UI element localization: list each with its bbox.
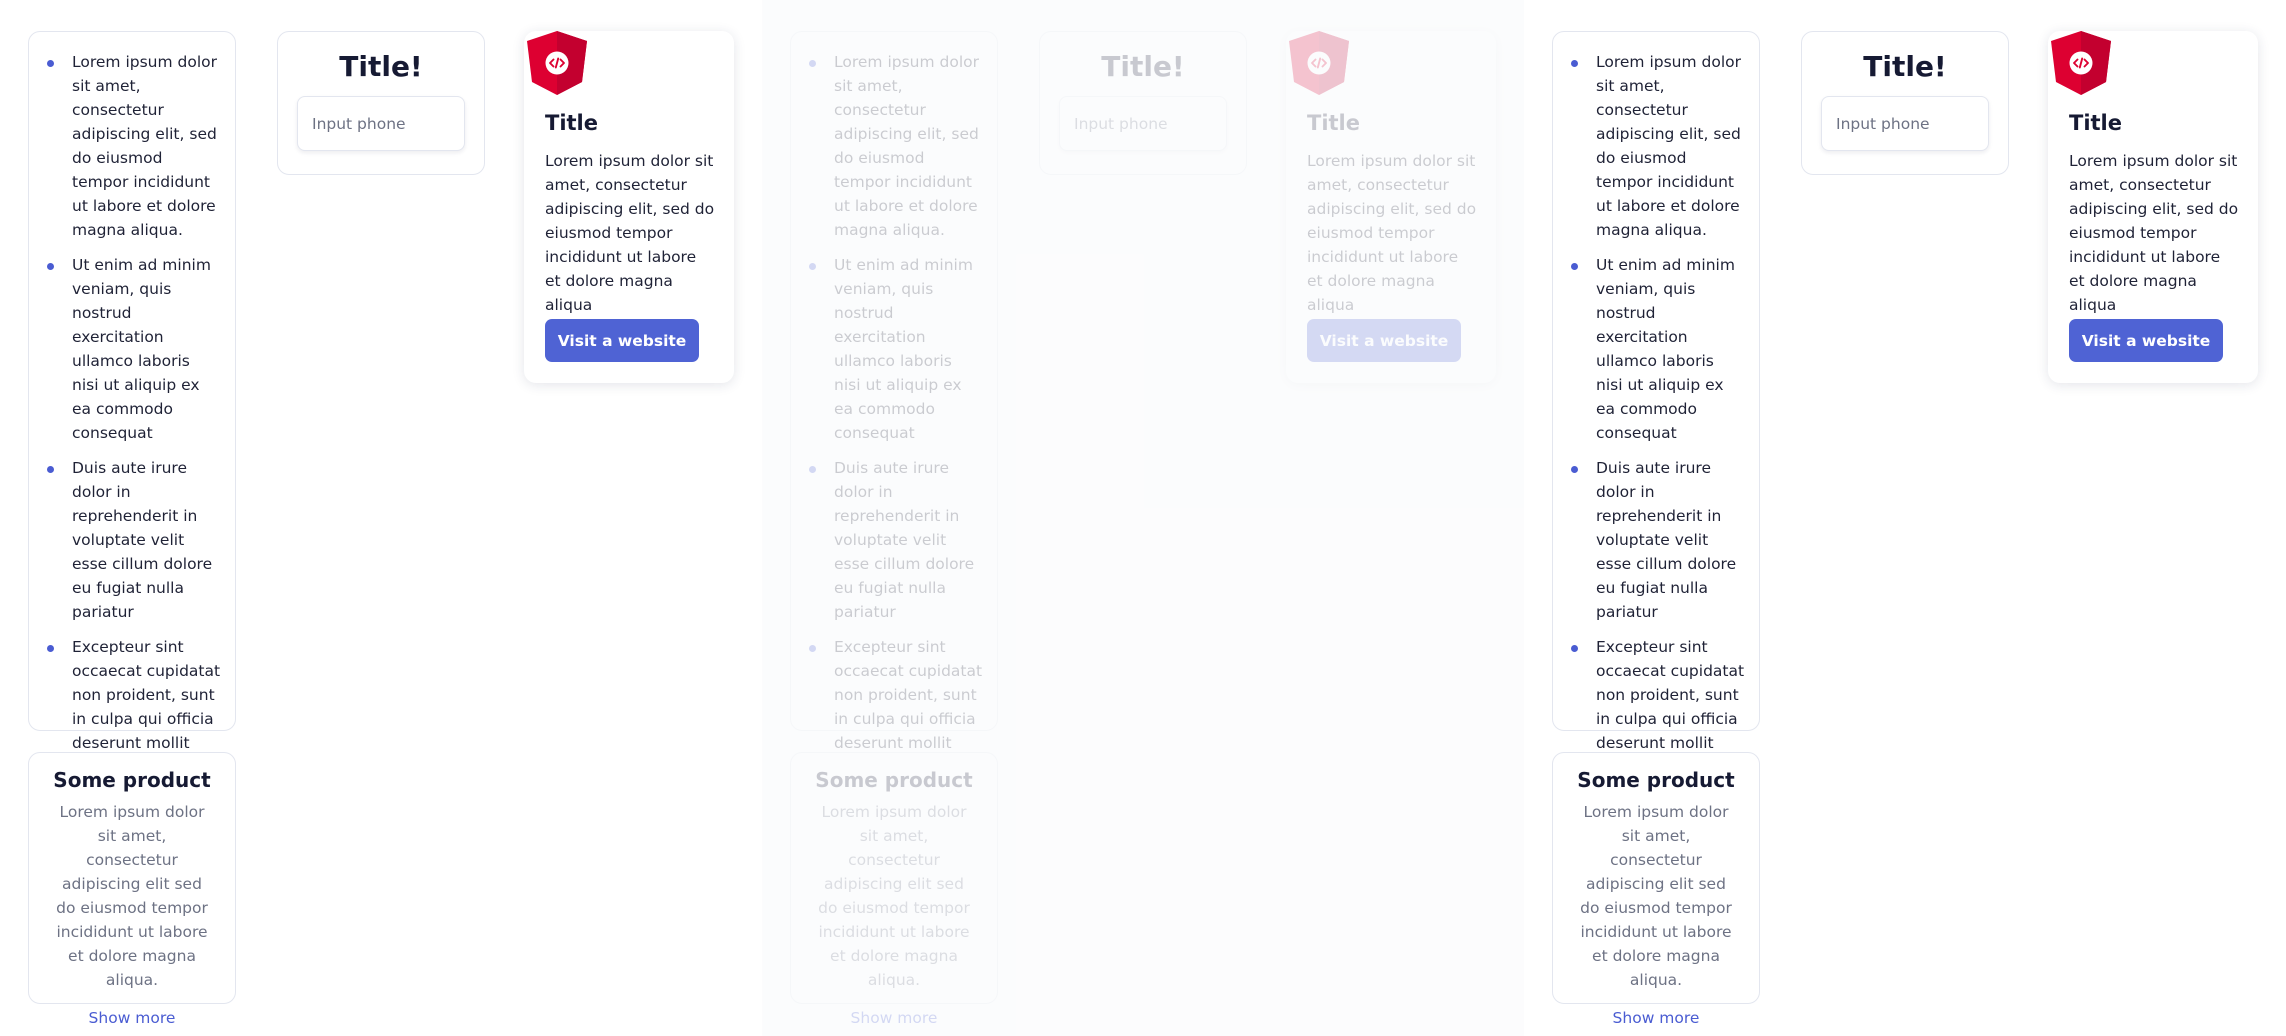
feature-list-card: Lorem ipsum dolor sit amet, consectetur … bbox=[790, 31, 998, 800]
phone-input[interactable] bbox=[1821, 96, 1989, 151]
product-card: Some product Lorem ipsum dolor sit amet,… bbox=[790, 752, 998, 1027]
list-item: Ut enim ad minim veniam, quis nostrud ex… bbox=[1567, 253, 1745, 445]
list-item: Ut enim ad minim veniam, quis nostrud ex… bbox=[43, 253, 221, 445]
product-title: Some product bbox=[1577, 768, 1735, 792]
product-description: Lorem ipsum dolor sit amet, consectetur … bbox=[56, 803, 208, 989]
show-more-link[interactable]: Show more bbox=[29, 1009, 235, 1027]
input-card-title: Title! bbox=[339, 50, 423, 83]
visit-website-button[interactable]: Visit a website bbox=[545, 319, 699, 362]
list-item: Duis aute irure dolor in reprehenderit i… bbox=[43, 456, 221, 624]
product-description: Lorem ipsum dolor sit amet, consectetur … bbox=[818, 803, 970, 989]
code-icon bbox=[1289, 31, 1349, 95]
input-card-title: Title! bbox=[1101, 50, 1185, 83]
product-description: Lorem ipsum dolor sit amet, consectetur … bbox=[1580, 803, 1732, 989]
list-item: Duis aute irure dolor in reprehenderit i… bbox=[805, 456, 983, 624]
product-title: Some product bbox=[53, 768, 211, 792]
feature-description: Lorem ipsum dolor sit amet, consectetur … bbox=[545, 152, 715, 314]
phone-input[interactable] bbox=[297, 96, 465, 151]
phone-input-card: Title! bbox=[1801, 31, 2009, 175]
feature-list-card: Lorem ipsum dolor sit amet, consectetur … bbox=[28, 31, 236, 800]
product-title: Some product bbox=[815, 768, 973, 792]
show-more-link[interactable]: Show more bbox=[791, 1009, 997, 1027]
input-card-title: Title! bbox=[1863, 50, 1947, 83]
feature-list: Lorem ipsum dolor sit amet, consectetur … bbox=[29, 32, 235, 803]
list-item: Lorem ipsum dolor sit amet, consectetur … bbox=[805, 50, 983, 242]
phone-input-card: Title! bbox=[277, 31, 485, 175]
components-panel-faded: Lorem ipsum dolor sit amet, consectetur … bbox=[762, 0, 1524, 1036]
feature-card: Title Lorem ipsum dolor sit amet, consec… bbox=[2048, 31, 2258, 383]
feature-title: Title bbox=[1307, 111, 1361, 135]
feature-description: Lorem ipsum dolor sit amet, consectetur … bbox=[1307, 152, 1477, 314]
code-icon bbox=[2051, 31, 2111, 95]
feature-card: Title Lorem ipsum dolor sit amet, consec… bbox=[1286, 31, 1496, 383]
feature-list: Lorem ipsum dolor sit amet, consectetur … bbox=[1553, 32, 1759, 803]
list-item: Duis aute irure dolor in reprehenderit i… bbox=[1567, 456, 1745, 624]
list-item: Lorem ipsum dolor sit amet, consectetur … bbox=[1567, 50, 1745, 242]
feature-title: Title bbox=[2069, 111, 2123, 135]
list-item: Ut enim ad minim veniam, quis nostrud ex… bbox=[805, 253, 983, 445]
feature-list: Lorem ipsum dolor sit amet, consectetur … bbox=[791, 32, 997, 803]
feature-description: Lorem ipsum dolor sit amet, consectetur … bbox=[2069, 152, 2239, 314]
product-card: Some product Lorem ipsum dolor sit amet,… bbox=[28, 752, 236, 1027]
list-item: Lorem ipsum dolor sit amet, consectetur … bbox=[43, 50, 221, 242]
components-panel: Lorem ipsum dolor sit amet, consectetur … bbox=[1524, 0, 2286, 1036]
feature-card: Title Lorem ipsum dolor sit amet, consec… bbox=[524, 31, 734, 383]
phone-input[interactable] bbox=[1059, 96, 1227, 151]
product-card: Some product Lorem ipsum dolor sit amet,… bbox=[1552, 752, 1760, 1027]
feature-list-card: Lorem ipsum dolor sit amet, consectetur … bbox=[1552, 31, 1760, 800]
code-icon bbox=[527, 31, 587, 95]
visit-website-button[interactable]: Visit a website bbox=[1307, 319, 1461, 362]
visit-website-button[interactable]: Visit a website bbox=[2069, 319, 2223, 362]
feature-title: Title bbox=[545, 111, 599, 135]
show-more-link[interactable]: Show more bbox=[1553, 1009, 1759, 1027]
phone-input-card: Title! bbox=[1039, 31, 1247, 175]
components-panel: Lorem ipsum dolor sit amet, consectetur … bbox=[0, 0, 762, 1036]
